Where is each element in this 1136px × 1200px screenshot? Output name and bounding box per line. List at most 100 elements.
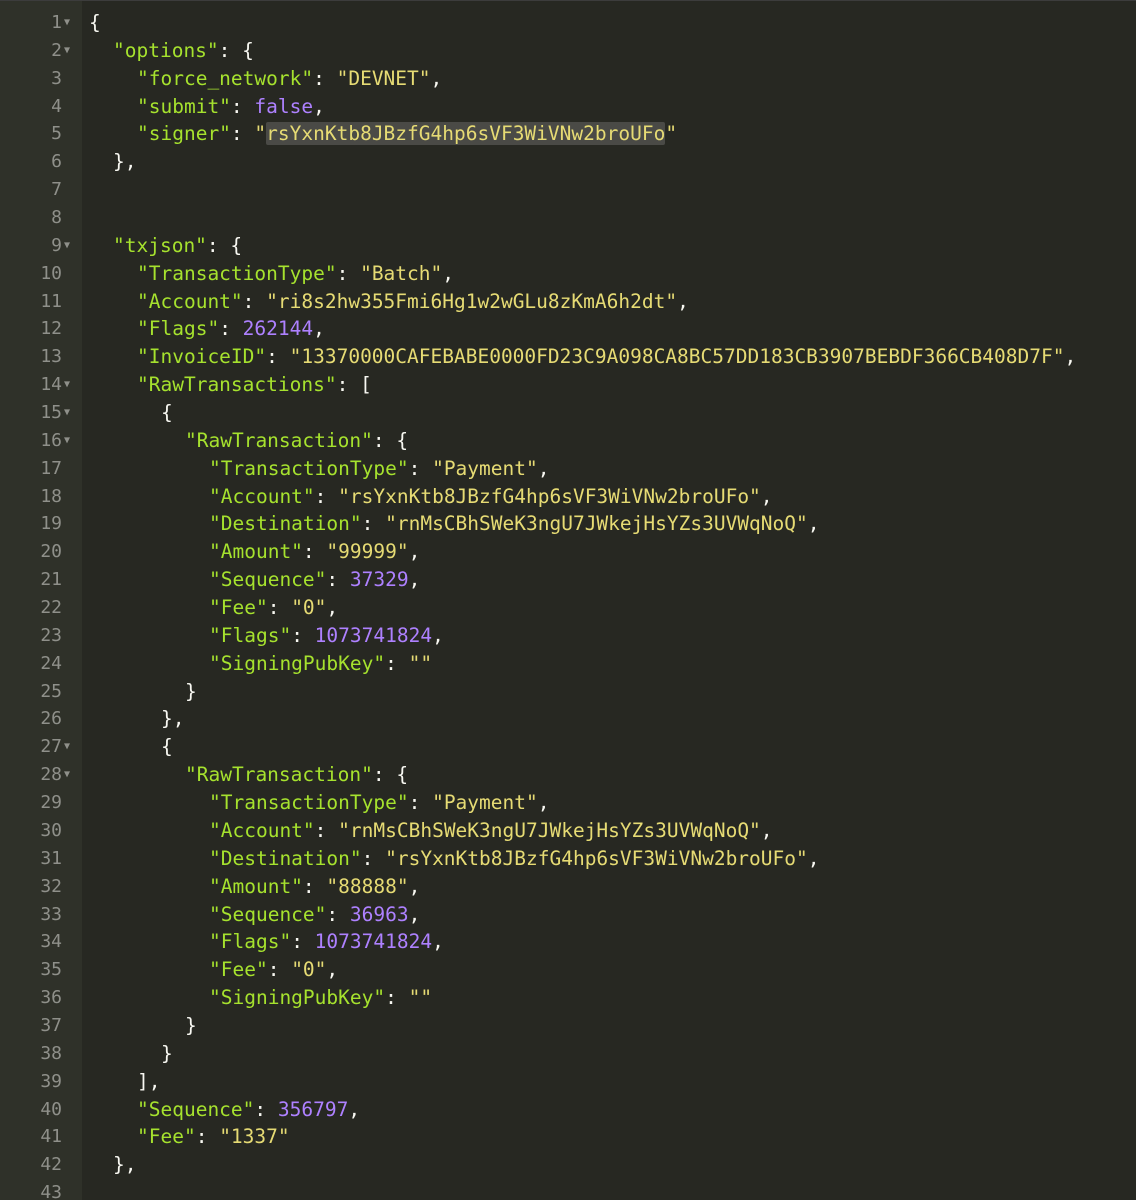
- code-line[interactable]: 13 "InvoiceID": "13370000CAFEBABE0000FD23…: [0, 343, 1136, 371]
- json-key: "RawTransaction": [185, 763, 373, 787]
- code-line[interactable]: 38}: [0, 1040, 1136, 1068]
- code-line[interactable]: 29 "TransactionType": "Payment",: [0, 789, 1136, 817]
- fold-toggle-icon[interactable]: ▼: [64, 9, 70, 37]
- line-code: "Sequence": 356797,: [89, 1096, 360, 1124]
- code-line[interactable]: 31 "Destination": "rsYxnKtb8JBzfG4hp6sVF3…: [0, 845, 1136, 873]
- line-number: 19: [40, 513, 62, 535]
- code-line[interactable]: 41 "Fee": "1337": [0, 1123, 1136, 1151]
- code-line[interactable]: 15 ▼ {: [0, 399, 1136, 427]
- code-line[interactable]: 33 "Sequence": 36963,: [0, 901, 1136, 929]
- code-line[interactable]: 27 ▼ {: [0, 733, 1136, 761]
- code-line[interactable]: 24 "SigningPubKey": "": [0, 650, 1136, 678]
- code-line[interactable]: 4 "submit": false,: [0, 93, 1136, 121]
- fold-toggle-icon[interactable]: ▼: [64, 427, 70, 455]
- code-line[interactable]: 36 "SigningPubKey": "": [0, 984, 1136, 1012]
- code-line[interactable]: 18 "Account": "rsYxnKtb8JBzfG4hp6sVF3WiVN…: [0, 483, 1136, 511]
- line-number: 14: [40, 374, 62, 396]
- code-line[interactable]: 32 "Amount": "88888",: [0, 873, 1136, 901]
- fold-toggle-icon[interactable]: ▼: [64, 37, 70, 65]
- code-line[interactable]: 16 ▼ "RawTransaction": {: [0, 427, 1136, 455]
- code-line[interactable]: 8: [0, 204, 1136, 232]
- code-line[interactable]: 6},: [0, 148, 1136, 176]
- json-punctuation: ,: [760, 484, 773, 508]
- line-code: "InvoiceID": "13370000CAFEBABE0000FD23C9…: [89, 343, 1076, 371]
- code-line[interactable]: 7: [0, 176, 1136, 204]
- code-line[interactable]: 23 "Flags": 1073741824,: [0, 622, 1136, 650]
- fold-toggle-icon[interactable]: ▼: [64, 399, 70, 427]
- line-code: "Amount": "88888",: [89, 873, 420, 901]
- fold-toggle-icon[interactable]: ▼: [64, 371, 70, 399]
- json-punctuation: :: [195, 1125, 220, 1149]
- code-line[interactable]: 22 "Fee": "0",: [0, 594, 1136, 622]
- json-punctuation: : {: [372, 428, 409, 452]
- json-string: "rsYxnKtb8JBzfG4hp6sVF3WiVNw2broUFo": [338, 484, 761, 508]
- json-punctuation: :: [291, 930, 315, 954]
- code-line[interactable]: 26},: [0, 705, 1136, 733]
- line-code: },: [89, 705, 184, 733]
- line-number: 43: [40, 1182, 62, 1200]
- code-lines[interactable]: 1 ▼{2 ▼ "options": {3 "force_network": "DEVN…: [0, 9, 1136, 1200]
- code-line[interactable]: 34 "Flags": 1073741824,: [0, 928, 1136, 956]
- json-punctuation: ,: [408, 902, 421, 926]
- code-line[interactable]: 42},: [0, 1151, 1136, 1179]
- line-code: "Account": "ri8s2hw355Fmi6Hg1w2wGLu8zKmA…: [89, 288, 689, 316]
- code-line[interactable]: 20 "Amount": "99999",: [0, 538, 1136, 566]
- json-punctuation: {: [89, 11, 101, 34]
- code-line[interactable]: 9 ▼ "txjson": {: [0, 232, 1136, 260]
- code-line[interactable]: 1 ▼ {: [0, 9, 1136, 37]
- json-punctuation: :: [385, 986, 409, 1010]
- json-punctuation: ,: [313, 94, 325, 118]
- selected-text: rsYxnKtb8JBzfG4hp6sVF3WiVNw2broUFo: [266, 122, 666, 146]
- json-punctuation: }: [185, 1013, 197, 1037]
- line-code: {: [89, 9, 101, 37]
- fold-toggle-icon[interactable]: ▼: [64, 761, 70, 789]
- json-punctuation: ,: [807, 846, 820, 870]
- json-key: "Account": [209, 818, 315, 842]
- code-line[interactable]: 40 "Sequence": 356797,: [0, 1096, 1136, 1124]
- code-editor[interactable]: 1 ▼{2 ▼ "options": {3 "force_network": "DEVN…: [0, 0, 1136, 1200]
- code-line[interactable]: 19 "Destination": "rnMsCBhSWeK3ngU7JWkejH…: [0, 510, 1136, 538]
- code-line[interactable]: 35 "Fee": "0",: [0, 956, 1136, 984]
- line-code: "SigningPubKey": "": [89, 984, 432, 1012]
- json-key: "Flags": [137, 317, 220, 341]
- line-code: }: [89, 1012, 197, 1040]
- code-line[interactable]: 10 "TransactionType": "Batch",: [0, 260, 1136, 288]
- code-line[interactable]: 39],: [0, 1068, 1136, 1096]
- line-code: "TransactionType": "Payment",: [89, 789, 550, 817]
- line-number: 33: [40, 903, 62, 925]
- line-code: "Destination": "rsYxnKtb8JBzfG4hp6sVF3Wi…: [89, 845, 820, 873]
- line-number: 18: [40, 485, 62, 507]
- line-code: "Fee": "1337": [89, 1123, 290, 1151]
- code-line[interactable]: 28 ▼ "RawTransaction": {: [0, 761, 1136, 789]
- json-punctuation: },: [113, 150, 137, 174]
- code-line[interactable]: 17 "TransactionType": "Payment",: [0, 455, 1136, 483]
- line-number: 17: [40, 457, 62, 479]
- code-line[interactable]: 12 "Flags": 262144,: [0, 315, 1136, 343]
- json-punctuation: ,: [430, 66, 443, 90]
- code-line[interactable]: 3 "force_network": "DEVNET",: [0, 65, 1136, 93]
- json-punctuation: {: [161, 401, 173, 425]
- json-string: "99999": [326, 540, 409, 564]
- json-string: "ri8s2hw355Fmi6Hg1w2wGLu8zKmA6h2dt": [266, 289, 678, 313]
- json-punctuation: :: [408, 456, 433, 480]
- code-line[interactable]: 5 "signer": "rsYxnKtb8JBzfG4hp6sVF3WiVNw2…: [0, 120, 1136, 148]
- json-punctuation: ,: [408, 568, 421, 592]
- json-punctuation: :: [302, 540, 327, 564]
- line-number: 7: [51, 179, 62, 201]
- code-line[interactable]: 21 "Sequence": 37329,: [0, 566, 1136, 594]
- code-line[interactable]: 30 "Account": "rnMsCBhSWeK3ngU7JWkejHsYZs…: [0, 817, 1136, 845]
- code-line[interactable]: 43: [0, 1179, 1136, 1200]
- code-line[interactable]: 14 ▼ "RawTransactions": [: [0, 371, 1136, 399]
- json-punctuation: ,: [432, 930, 444, 954]
- fold-toggle-icon[interactable]: ▼: [64, 232, 70, 260]
- json-punctuation: ,: [313, 317, 325, 341]
- code-line[interactable]: 11 "Account": "ri8s2hw355Fmi6Hg1w2wGLu8zK…: [0, 288, 1136, 316]
- fold-toggle-icon[interactable]: ▼: [64, 733, 70, 761]
- line-number: 10: [40, 262, 62, 284]
- code-line[interactable]: 37}: [0, 1012, 1136, 1040]
- json-string: "Payment": [432, 456, 538, 480]
- line-number: 37: [40, 1014, 62, 1036]
- code-line[interactable]: 25}: [0, 678, 1136, 706]
- json-punctuation: ,: [537, 791, 550, 815]
- code-line[interactable]: 2 ▼ "options": {: [0, 37, 1136, 65]
